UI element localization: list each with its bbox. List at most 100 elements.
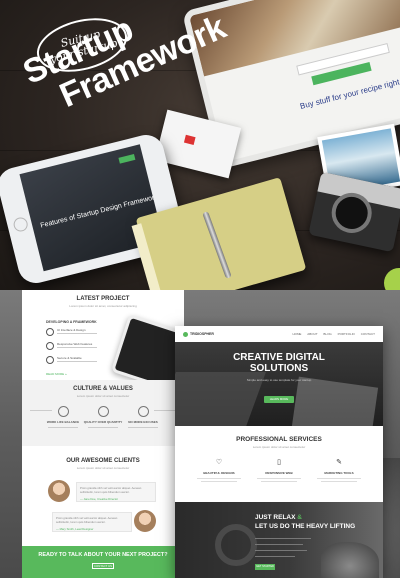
- hero-heading: CREATIVE DIGITAL SOLUTIONS: [175, 352, 383, 374]
- nav-item-portfolio[interactable]: PORTFOLIO: [338, 332, 355, 336]
- cta-title: READY TO TALK ABOUT YOUR NEXT PROJECT?: [38, 552, 168, 558]
- quote-author: — Jane Doe, Creative Director: [80, 497, 119, 501]
- feature-row: Responsive Web Features: [46, 342, 116, 352]
- relax-section: JUST RELAX & LET US DO THE HEAVY LIFTING…: [175, 502, 383, 578]
- text-line: [255, 556, 295, 557]
- text-line: [88, 427, 118, 428]
- paper-image: [291, 376, 379, 426]
- tablet-icon: ▯: [277, 459, 281, 466]
- hero-section: CREATIVE DIGITAL SOLUTIONS Simple and ea…: [175, 342, 383, 426]
- service-label: RESPONSIVE WEB: [265, 471, 293, 475]
- text-line: [255, 550, 307, 551]
- latest-project-title: LATEST PROJECT: [76, 296, 130, 302]
- phone-green-button: [118, 153, 136, 164]
- brand-name: TRIDIOSPHER: [190, 332, 214, 336]
- contact-button[interactable]: CONTACT US: [92, 563, 114, 569]
- relax-heading-text: JUST RELAX: [255, 514, 296, 521]
- latest-project-section: LATEST PROJECT Lorem ipsum dolor sit ame…: [22, 296, 184, 398]
- template-page-right: TRIDIOSPHER HOME ABOUT BLOG PORTFOLIO CO…: [175, 326, 383, 578]
- thumbs-up-icon: [97, 406, 109, 417]
- templates-preview: LATEST PROJECT Lorem ipsum dolor sit ame…: [0, 290, 400, 578]
- nav-item-contact[interactable]: CONTACT: [361, 332, 375, 336]
- feature-label: Secure & Scalable: [57, 356, 82, 360]
- service-item: ♡ BEAUTIFUL DESIGNS: [191, 458, 247, 482]
- culture-item: NO MORE EXCUSES: [122, 406, 164, 428]
- nav-item-about[interactable]: ABOUT: [307, 332, 317, 336]
- gear-icon: [215, 524, 257, 566]
- text-line: [255, 544, 303, 545]
- service-item: ✎ MARKETING TOOLS: [311, 458, 367, 482]
- clients-title: OUR AWESOME CLIENTS: [66, 458, 140, 464]
- feature-row: UI Interface & Design: [46, 328, 116, 338]
- quote-text: Proin gravida nibh vel velit auctor aliq…: [80, 486, 142, 494]
- text-line: [255, 538, 311, 539]
- feature-icon: [46, 356, 54, 364]
- quote-author: — Mary Smith, Lead Designer: [56, 527, 94, 531]
- nav-item-home[interactable]: HOME: [292, 332, 301, 336]
- project-heading: DEVELOPING A FRAMEWORK: [46, 320, 97, 324]
- cta-section: READY TO TALK ABOUT YOUR NEXT PROJECT? C…: [22, 546, 184, 578]
- relax-heading-line-2: LET US DO THE HEAVY LIFTING: [255, 523, 356, 530]
- relax-heading-accent: &: [295, 514, 302, 521]
- feature-text-line: [57, 333, 97, 334]
- template-page-left: LATEST PROJECT Lorem ipsum dolor sit ame…: [22, 290, 184, 578]
- latest-project-subtitle: Lorem ipsum dolor sit amet, consectetur …: [69, 304, 137, 308]
- text-line: [261, 481, 297, 482]
- testimonial-quote: Proin gravida nibh vel velit auctor aliq…: [52, 512, 132, 532]
- feature-text-line: [57, 347, 97, 348]
- text-line: [48, 427, 78, 428]
- culture-item-label: QUALITY OVER QUANTITY: [83, 420, 123, 424]
- feature-row: Secure & Scalable: [46, 356, 116, 366]
- feature-label: UI Interface & Design: [57, 328, 86, 332]
- feature-icon: [46, 328, 54, 336]
- culture-section: CULTURE & VALUES Lorem ipsum dolor sit a…: [22, 380, 184, 446]
- learn-more-button[interactable]: LEARN MORE: [264, 396, 294, 403]
- hero-photo: Buy stuff for your recipe right from the…: [0, 0, 400, 290]
- hero-subtitle: Simple and easy to use template for your…: [246, 378, 312, 382]
- culture-subtitle: Lorem ipsum dolor sit amet consectetur: [76, 394, 130, 398]
- logo-icon: [183, 332, 188, 337]
- music-icon: [57, 406, 69, 417]
- home-button: [12, 215, 30, 233]
- culture-item-label: NO MORE EXCUSES: [128, 420, 158, 424]
- services-title: PROFESSIONAL SERVICES: [236, 436, 322, 443]
- culture-item-label: WORK LIFE BALANCE: [46, 420, 80, 424]
- avatar: [48, 480, 70, 502]
- nav-menu: HOME ABOUT BLOG PORTFOLIO CONTACT: [287, 332, 375, 336]
- navbar: TRIDIOSPHER HOME ABOUT BLOG PORTFOLIO CO…: [175, 326, 383, 342]
- read-more-link[interactable]: READ MORE »: [46, 372, 67, 376]
- feature-label: Responsive Web Features: [57, 342, 93, 346]
- pencil-icon: ✎: [336, 459, 342, 466]
- text-line: [321, 481, 357, 482]
- text-line: [317, 478, 361, 479]
- clients-section: OUR AWESOME CLIENTS Lorem ipsum dolor si…: [22, 452, 184, 542]
- rock-image: [321, 542, 379, 578]
- heart-icon: ♡: [215, 459, 223, 466]
- culture-title: CULTURE & VALUES: [73, 386, 133, 392]
- culture-item: QUALITY OVER QUANTITY: [82, 406, 124, 428]
- service-label: MARKETING TOOLS: [324, 471, 354, 475]
- clients-subtitle: Lorem ipsum dolor sit amet consectetur: [76, 466, 130, 470]
- nav-item-blog[interactable]: BLOG: [323, 332, 331, 336]
- services-subtitle: Lorem ipsum dolor sit amet consectetur: [252, 445, 306, 449]
- hero-heading-line-1: CREATIVE DIGITAL: [233, 352, 325, 363]
- text-line: [197, 478, 241, 479]
- feature-text-line: [57, 361, 97, 362]
- service-label: BEAUTIFUL DESIGNS: [203, 471, 235, 475]
- hero-heading-line-2: SOLUTIONS: [249, 363, 309, 374]
- culture-item: WORK LIFE BALANCE: [42, 406, 84, 428]
- feature-icon: [46, 342, 54, 350]
- text-line: [128, 427, 158, 428]
- services-section: PROFESSIONAL SERVICES Lorem ipsum dolor …: [175, 426, 383, 502]
- avatar: [134, 510, 156, 532]
- text-line: [201, 481, 237, 482]
- apple-icon: [384, 268, 400, 290]
- star-icon: [137, 406, 149, 417]
- testimonial-quote: Proin gravida nibh vel velit auctor aliq…: [76, 482, 156, 502]
- card-mark: [183, 134, 196, 145]
- relax-heading-line-1: JUST RELAX &: [255, 514, 302, 521]
- service-item: ▯ RESPONSIVE WEB: [251, 458, 307, 482]
- text-line: [257, 478, 301, 479]
- quote-text: Proin gravida nibh vel velit auctor aliq…: [56, 516, 118, 524]
- get-started-button[interactable]: GET STARTED: [255, 564, 275, 570]
